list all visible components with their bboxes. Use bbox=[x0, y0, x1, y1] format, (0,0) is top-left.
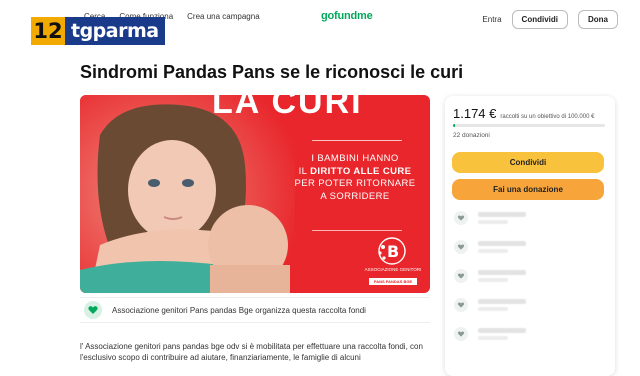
svg-text:B: B bbox=[387, 242, 399, 261]
amount-row: 1.174 € raccolti su un obiettivo di 100.… bbox=[453, 106, 594, 121]
donor-item bbox=[454, 269, 526, 283]
heart-hand-icon bbox=[88, 306, 98, 314]
campaign-hero-image[interactable]: LA CURI I BAMBINI HANNO IL DIRITTO ALLE … bbox=[80, 95, 430, 293]
association-logo-subtitle: PANS PANDAS BGE bbox=[369, 278, 417, 285]
hero-divider bbox=[312, 140, 402, 141]
donor-heart-icon bbox=[454, 327, 468, 341]
hero-line-2-bold: DIRITTO ALLE CURE bbox=[310, 165, 412, 177]
hero-line-4: A SORRIDERE bbox=[320, 190, 390, 202]
donations-count: 22 donazioni bbox=[453, 132, 490, 139]
donor-item bbox=[454, 211, 526, 225]
tv-channel-watermark: 12 tgparma bbox=[31, 17, 165, 45]
channel-number: 12 bbox=[31, 17, 65, 45]
organizer-text: Associazione genitori Pans pandas Bge or… bbox=[112, 305, 366, 315]
raised-amount: 1.174 € bbox=[453, 106, 497, 121]
login-link[interactable]: Entra bbox=[482, 15, 501, 24]
campaign-title: Sindromi Pandas Pans se le riconosci le … bbox=[80, 62, 464, 82]
organizer-avatar bbox=[84, 301, 102, 319]
association-logo-text: ASSOCIAZIONE GENITORI bbox=[364, 267, 422, 272]
header-share-button[interactable]: Condividi bbox=[511, 10, 568, 29]
organizer-row[interactable]: Associazione genitori Pans pandas Bge or… bbox=[80, 297, 430, 323]
hero-line-3: PER POTER RITORNARE bbox=[294, 178, 416, 189]
nav-create-campaign-link[interactable]: Crea una campagna bbox=[187, 12, 260, 21]
hero-divider-bottom bbox=[312, 230, 402, 231]
donor-item bbox=[454, 240, 526, 254]
hero-line-1: I BAMBINI HANNO bbox=[311, 153, 399, 164]
hero-message: I BAMBINI HANNO IL DIRITTO ALLE CURE PER… bbox=[280, 153, 430, 203]
gofundme-logo[interactable]: gofundme bbox=[321, 10, 373, 22]
progress-bar-fill bbox=[453, 124, 455, 127]
hero-line-2: IL DIRITTO ALLE CURE bbox=[280, 166, 430, 179]
hero-heading: LA CURI bbox=[212, 95, 363, 121]
hero-line-2-prefix: IL bbox=[298, 165, 311, 177]
donor-heart-icon bbox=[454, 211, 468, 225]
donor-item bbox=[454, 327, 526, 341]
header-donate-button[interactable]: Dona bbox=[578, 10, 618, 29]
donor-item bbox=[454, 298, 526, 312]
progress-bar bbox=[453, 124, 605, 127]
share-button[interactable]: Condividi bbox=[452, 152, 604, 173]
goal-text: raccolti su un obiettivo di 100.000 € bbox=[500, 114, 595, 120]
donor-heart-icon bbox=[454, 298, 468, 312]
donation-card: 1.174 € raccolti su un obiettivo di 100.… bbox=[445, 96, 615, 376]
donor-heart-icon bbox=[454, 269, 468, 283]
nav-actions: Entra Condividi Dona bbox=[482, 10, 618, 29]
channel-name: tgparma bbox=[65, 17, 165, 45]
donor-heart-icon bbox=[454, 240, 468, 254]
donate-button[interactable]: Fai una donazione bbox=[452, 179, 604, 200]
child-photo bbox=[80, 95, 295, 293]
